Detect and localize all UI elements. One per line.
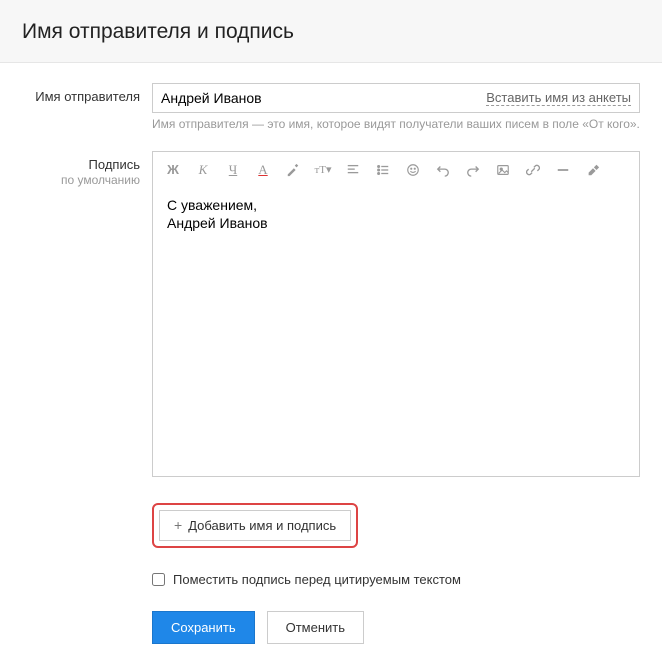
emoji-icon[interactable] <box>405 162 421 178</box>
hr-icon[interactable] <box>555 162 571 178</box>
place-before-quote-label: Поместить подпись перед цитируемым текст… <box>173 572 461 587</box>
plus-icon: + <box>174 518 182 532</box>
signature-textarea[interactable]: С уважением, Андрей Иванов <box>153 186 639 476</box>
add-button-highlight: + Добавить имя и подпись <box>152 503 358 548</box>
cancel-button[interactable]: Отменить <box>267 611 364 644</box>
save-button[interactable]: Сохранить <box>152 611 255 644</box>
sender-name-input[interactable] <box>161 90 478 106</box>
page-header: Имя отправителя и подпись <box>0 0 662 63</box>
italic-icon[interactable]: К <box>195 162 211 178</box>
list-icon[interactable] <box>375 162 391 178</box>
page-title: Имя отправителя и подпись <box>22 20 640 44</box>
underline-icon[interactable]: Ч <box>225 162 241 178</box>
bold-icon[interactable]: Ж <box>165 162 181 178</box>
redo-icon[interactable] <box>465 162 481 178</box>
font-size-icon[interactable]: тТ▾ <box>315 162 331 178</box>
sender-name-row: Имя отправителя Вставить имя из анкеты И… <box>22 83 640 133</box>
insert-name-link[interactable]: Вставить имя из анкеты <box>486 90 631 106</box>
undo-icon[interactable] <box>435 162 451 178</box>
signature-row: Подпись по умолчанию Ж К Ч A тТ▾ <box>22 151 640 477</box>
signature-label: Подпись по умолчанию <box>22 151 152 477</box>
align-icon[interactable] <box>345 162 361 178</box>
link-icon[interactable] <box>525 162 541 178</box>
add-signature-row: + Добавить имя и подпись <box>152 503 640 548</box>
clear-format-icon[interactable] <box>585 162 601 178</box>
add-name-signature-button[interactable]: + Добавить имя и подпись <box>159 510 351 541</box>
settings-form: Имя отправителя Вставить имя из анкеты И… <box>0 63 662 664</box>
place-before-quote-checkbox[interactable] <box>152 573 165 586</box>
image-icon[interactable] <box>495 162 511 178</box>
form-actions: Сохранить Отменить <box>152 611 640 644</box>
editor-toolbar: Ж К Ч A тТ▾ <box>153 152 639 186</box>
sender-name-label: Имя отправителя <box>22 83 152 133</box>
sender-name-hint: Имя отправителя — это имя, которое видят… <box>152 117 640 133</box>
text-color-icon[interactable]: A <box>255 162 271 178</box>
bg-color-icon[interactable] <box>285 162 301 178</box>
place-before-quote-row[interactable]: Поместить подпись перед цитируемым текст… <box>152 572 640 587</box>
signature-editor: Ж К Ч A тТ▾ <box>152 151 640 477</box>
sender-name-field-wrap: Вставить имя из анкеты <box>152 83 640 113</box>
